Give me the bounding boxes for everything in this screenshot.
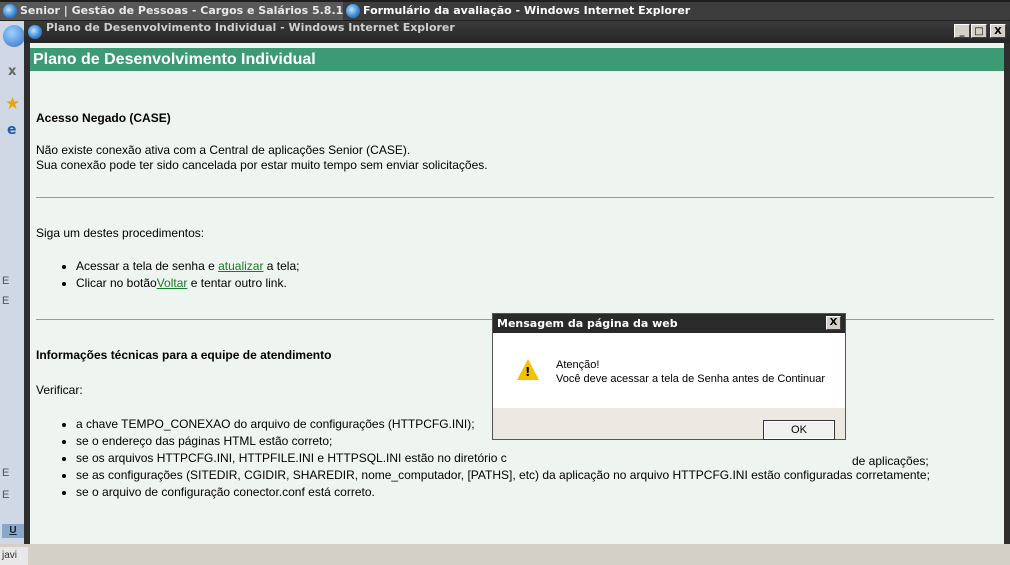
minimize-button[interactable]: _ bbox=[954, 24, 970, 38]
outer-tab-label: Formulário da avaliação - Windows Intern… bbox=[363, 4, 691, 17]
procedures-list: Acessar a tela de senha e atualizar a te… bbox=[36, 258, 299, 292]
check3-tail: de aplicações; bbox=[852, 454, 929, 468]
error-heading: Acesso Negado (CASE) bbox=[36, 111, 171, 125]
close-button[interactable]: X bbox=[990, 24, 1006, 38]
error-message-line2: Sua conexão pode ter sido cancelada por … bbox=[36, 158, 488, 172]
dialog-titlebar[interactable]: Mensagem da página da web X bbox=[493, 314, 845, 333]
ie-icon bbox=[3, 4, 17, 18]
alert-dialog: Mensagem da página da web X ! Atenção! V… bbox=[492, 313, 846, 440]
verify-label: Verificar: bbox=[36, 383, 83, 397]
popup-window: Plano de Desenvolvimento Individual - Wi… bbox=[24, 21, 1010, 544]
close-tab-icon[interactable]: x bbox=[8, 64, 16, 79]
dialog-close-button[interactable]: X bbox=[826, 316, 841, 330]
clipped-text: E bbox=[2, 295, 10, 307]
clipped-button[interactable]: U bbox=[2, 524, 24, 538]
dialog-footer: OK bbox=[493, 408, 845, 440]
outer-tab-label: Senior | Gestão de Pessoas - Cargos e Sa… bbox=[20, 4, 360, 17]
clipped-text: E bbox=[2, 489, 10, 501]
list-item: se o arquivo de configuração conector.co… bbox=[76, 484, 930, 501]
favorites-star-icon[interactable]: ★ bbox=[5, 94, 20, 114]
list-item: se as configurações (SITEDIR, CGIDIR, SH… bbox=[76, 467, 930, 484]
outer-tab-formulario[interactable]: Formulário da avaliação - Windows Intern… bbox=[343, 2, 1010, 20]
dialog-message-title: Atenção! bbox=[556, 359, 600, 371]
outer-tab-senior[interactable]: Senior | Gestão de Pessoas - Cargos e Sa… bbox=[0, 2, 360, 20]
outer-tab-strip: Senior | Gestão de Pessoas - Cargos e Sa… bbox=[0, 0, 1010, 21]
list-item: Acessar a tela de senha e atualizar a te… bbox=[76, 258, 299, 275]
popup-title: Plano de Desenvolvimento Individual - Wi… bbox=[46, 21, 455, 34]
back-arrow-icon[interactable] bbox=[3, 25, 25, 47]
back-link[interactable]: Voltar bbox=[157, 276, 188, 290]
list-item: se os arquivos HTTPCFG.INI, HTTPFILE.INI… bbox=[76, 450, 930, 467]
refresh-link[interactable]: atualizar bbox=[218, 259, 263, 273]
maximize-button[interactable]: □ bbox=[971, 24, 987, 38]
clipped-text: E bbox=[2, 275, 10, 287]
page-content: Plano de Desenvolvimento Individual Aces… bbox=[30, 43, 1004, 544]
dialog-message-text: Você deve acessar a tela de Senha antes … bbox=[556, 373, 826, 385]
ie-icon bbox=[28, 25, 42, 39]
status-bar-text: javi bbox=[0, 547, 28, 565]
error-message-line1: Não existe conexão ativa com a Central d… bbox=[36, 143, 411, 157]
ok-button[interactable]: OK bbox=[763, 420, 835, 440]
ie-page-icon: e bbox=[7, 122, 17, 138]
tech-info-heading: Informações técnicas para a equipe de at… bbox=[36, 348, 332, 362]
divider bbox=[36, 197, 994, 198]
warning-exclamation: ! bbox=[525, 365, 531, 379]
dialog-body: ! Atenção! Você deve acessar a tela de S… bbox=[493, 333, 845, 408]
popup-titlebar[interactable]: Plano de Desenvolvimento Individual - Wi… bbox=[24, 21, 1010, 43]
page-banner: Plano de Desenvolvimento Individual bbox=[30, 48, 1004, 71]
ie-icon bbox=[346, 4, 360, 18]
list-item: Clicar no botãoVoltar e tentar outro lin… bbox=[76, 275, 299, 292]
dialog-title: Mensagem da página da web bbox=[497, 317, 678, 330]
window-controls: _ □ X bbox=[954, 24, 1006, 38]
procedures-intro: Siga um destes procedimentos: bbox=[36, 226, 205, 240]
clipped-text: E bbox=[2, 467, 10, 479]
